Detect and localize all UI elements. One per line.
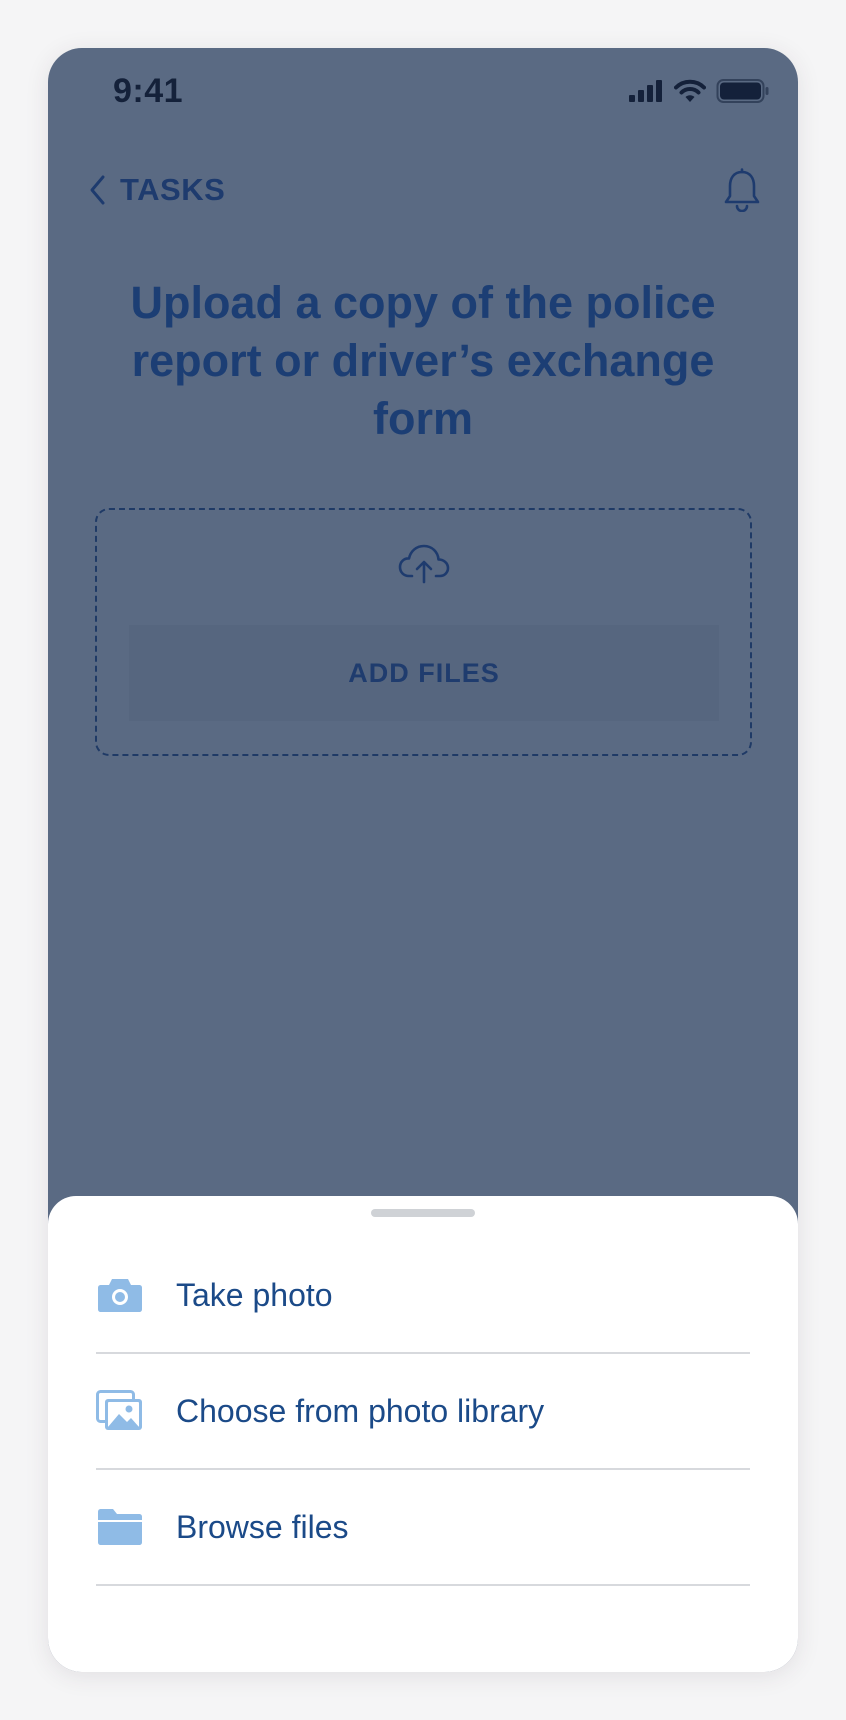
back-button[interactable]: TASKS <box>88 160 225 220</box>
battery-icon <box>716 79 769 103</box>
folder-icon <box>98 1509 142 1545</box>
wifi-icon <box>674 79 706 102</box>
photo-library-option[interactable]: Choose from photo library <box>96 1354 750 1470</box>
take-photo-label: Take photo <box>176 1276 333 1313</box>
photo-library-icon <box>96 1390 142 1430</box>
camera-icon <box>98 1279 142 1312</box>
browse-files-option[interactable]: Browse files <box>96 1470 750 1586</box>
cloud-upload-icon <box>398 544 449 584</box>
page-title: Upload a copy of the police report or dr… <box>130 277 716 444</box>
browse-files-label: Browse files <box>176 1508 349 1545</box>
status-bar: 9:41 <box>48 48 798 144</box>
bell-icon <box>724 168 760 212</box>
photo-library-label: Choose from photo library <box>176 1392 545 1429</box>
status-time: 9:41 <box>113 72 184 110</box>
back-button-label: TASKS <box>120 172 226 207</box>
phone-screen: 9:41 TASKS Upload a copy of the police r… <box>48 48 798 1672</box>
notifications-button[interactable] <box>714 160 770 220</box>
add-files-button[interactable]: ADD FILES <box>129 625 719 721</box>
sheet-grabber[interactable] <box>371 1209 475 1217</box>
file-dropzone[interactable]: ADD FILES <box>95 508 752 756</box>
take-photo-option[interactable]: Take photo <box>96 1238 750 1354</box>
upload-options-sheet: Take photo Choose from photo library Bro… <box>48 1196 798 1672</box>
status-icons <box>628 78 770 104</box>
chevron-left-icon <box>90 175 105 205</box>
cellular-signal-icon <box>629 80 662 102</box>
